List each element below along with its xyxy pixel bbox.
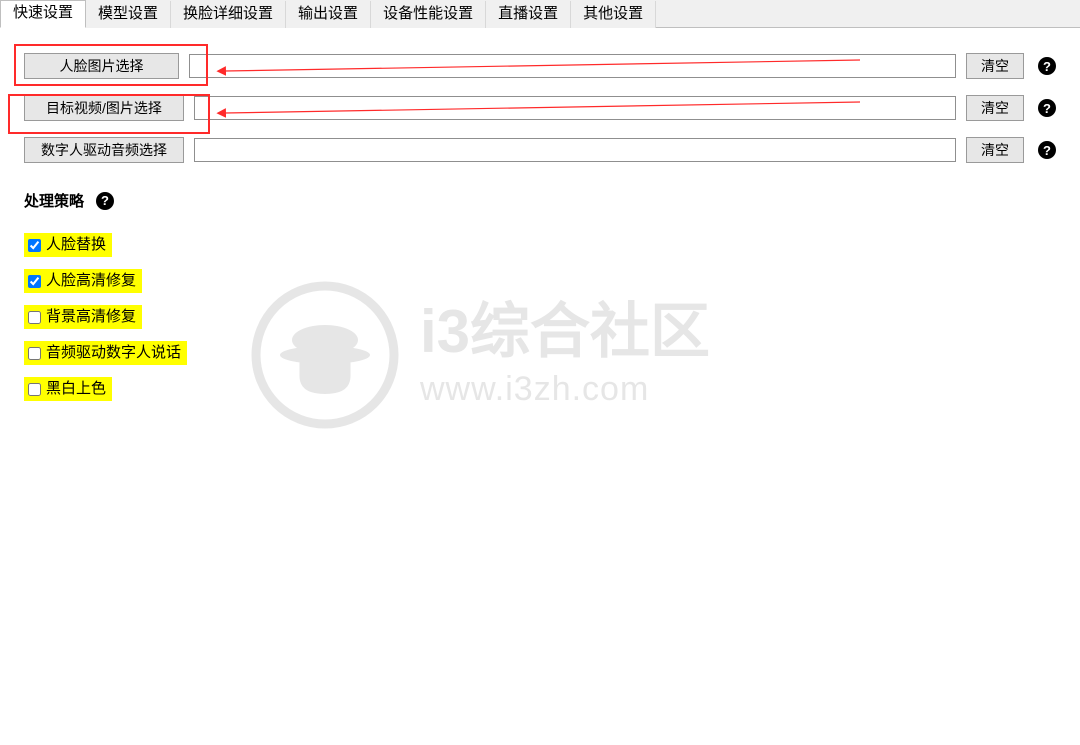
- help-icon[interactable]: ?: [1038, 57, 1056, 75]
- tab-model-settings[interactable]: 模型设置: [86, 1, 171, 28]
- checkbox-colorize[interactable]: 黑白上色: [24, 377, 112, 401]
- checkbox-label: 人脸替换: [46, 235, 106, 255]
- checkbox-input[interactable]: [28, 383, 41, 396]
- checkbox-input[interactable]: [28, 239, 41, 252]
- target-media-path-input[interactable]: [194, 96, 956, 120]
- help-icon[interactable]: ?: [1038, 141, 1056, 159]
- row-face-image: 人脸图片选择 清空 ?: [24, 52, 1056, 80]
- checkbox-row: 背景高清修复: [24, 305, 1056, 329]
- audio-driver-path-input[interactable]: [194, 138, 956, 162]
- tab-faceswap-detail-settings[interactable]: 换脸详细设置: [171, 1, 286, 28]
- tab-output-settings[interactable]: 输出设置: [286, 1, 371, 28]
- checkbox-input[interactable]: [28, 311, 41, 324]
- content-pane: 人脸图片选择 清空 ? 目标视频/图片选择 清空 ? 数字人驱动音频选择 清空 …: [0, 28, 1080, 401]
- checkbox-label: 人脸高清修复: [46, 271, 136, 291]
- face-image-path-input[interactable]: [189, 54, 956, 78]
- tab-bar: 快速设置 模型设置 换脸详细设置 输出设置 设备性能设置 直播设置 其他设置: [0, 0, 1080, 28]
- checkbox-input[interactable]: [28, 275, 41, 288]
- tab-other-settings[interactable]: 其他设置: [571, 1, 656, 28]
- face-image-clear-button[interactable]: 清空: [966, 53, 1024, 79]
- checkbox-row: 人脸替换: [24, 233, 1056, 257]
- face-image-select-button[interactable]: 人脸图片选择: [24, 53, 179, 79]
- target-media-clear-button[interactable]: 清空: [966, 95, 1024, 121]
- row-target-media: 目标视频/图片选择 清空 ?: [24, 94, 1056, 122]
- help-icon[interactable]: ?: [1038, 99, 1056, 117]
- checkbox-row: 音频驱动数字人说话: [24, 341, 1056, 365]
- strategy-title-row: 处理策略 ?: [24, 190, 1056, 211]
- checkbox-label: 音频驱动数字人说话: [46, 343, 181, 363]
- target-media-select-button[interactable]: 目标视频/图片选择: [24, 95, 184, 121]
- checkbox-input[interactable]: [28, 347, 41, 360]
- checkbox-bg-hd-restore[interactable]: 背景高清修复: [24, 305, 142, 329]
- audio-driver-clear-button[interactable]: 清空: [966, 137, 1024, 163]
- checkbox-row: 黑白上色: [24, 377, 1056, 401]
- checkbox-audio-drive-talking[interactable]: 音频驱动数字人说话: [24, 341, 187, 365]
- checkbox-row: 人脸高清修复: [24, 269, 1056, 293]
- tab-device-performance-settings[interactable]: 设备性能设置: [371, 1, 486, 28]
- row-audio-driver: 数字人驱动音频选择 清空 ?: [24, 136, 1056, 164]
- tab-live-settings[interactable]: 直播设置: [486, 1, 571, 28]
- audio-driver-select-button[interactable]: 数字人驱动音频选择: [24, 137, 184, 163]
- strategy-title: 处理策略: [24, 190, 84, 211]
- help-icon[interactable]: ?: [96, 192, 114, 210]
- checkbox-label: 背景高清修复: [46, 307, 136, 327]
- checkbox-label: 黑白上色: [46, 379, 106, 399]
- tab-quick-settings[interactable]: 快速设置: [0, 0, 86, 28]
- checkbox-face-replace[interactable]: 人脸替换: [24, 233, 112, 257]
- checkbox-face-hd-restore[interactable]: 人脸高清修复: [24, 269, 142, 293]
